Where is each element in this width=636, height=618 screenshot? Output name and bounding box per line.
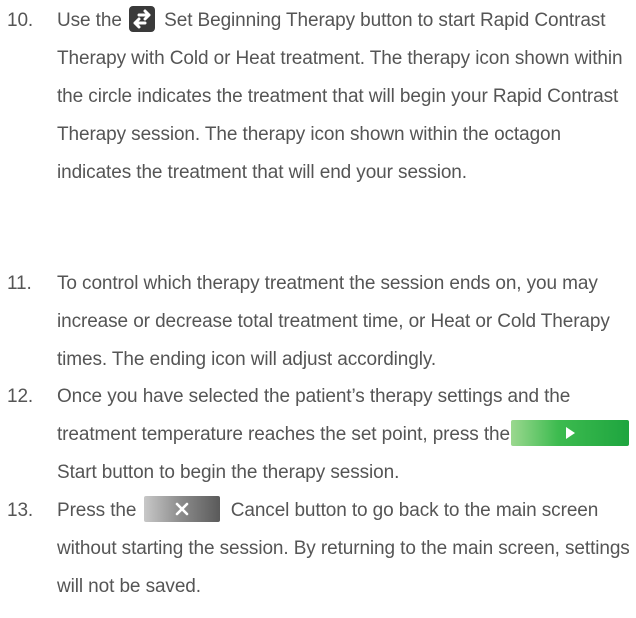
start-play-icon bbox=[511, 419, 630, 446]
set-beginning-therapy-icon bbox=[128, 5, 155, 32]
instruction-text: Use the Set Beginning Therapy button to … bbox=[57, 2, 636, 192]
instruction-rest: Set Beginning Therapy button to start Ra… bbox=[57, 10, 623, 183]
instruction-rest: Cancel button to go back to the main scr… bbox=[57, 500, 630, 597]
instruction-text: To control which therapy treatment the s… bbox=[57, 273, 610, 370]
instruction-lead: Press the bbox=[57, 500, 137, 521]
instruction-text: Once you have selected the patient’s the… bbox=[57, 378, 636, 492]
instruction-lead: Use the bbox=[57, 10, 122, 31]
item-number: 11. bbox=[7, 273, 32, 294]
item-number: 12. bbox=[7, 386, 34, 407]
instruction-text: Press the Cancel button to go back to th… bbox=[57, 492, 636, 606]
item-number: 10. bbox=[7, 10, 34, 31]
instruction-lead: Once you have selected the patient’s the… bbox=[57, 386, 571, 445]
instruction-rest: Start button to begin the therapy sessio… bbox=[57, 462, 400, 483]
cancel-x-icon bbox=[143, 495, 220, 522]
item-number: 13. bbox=[7, 500, 34, 521]
